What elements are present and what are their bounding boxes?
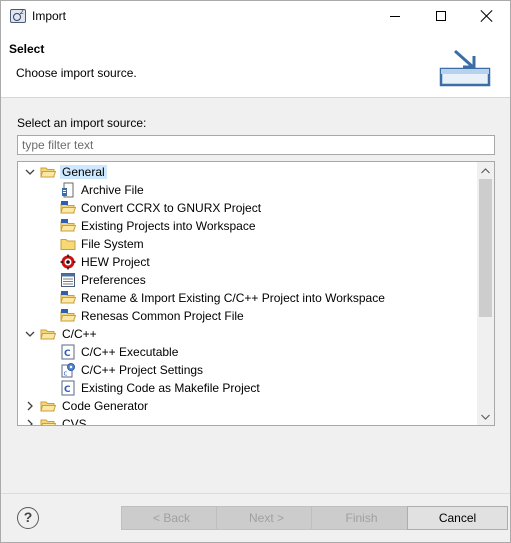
tree-item[interactable]: Renesas Common Project File — [18, 307, 478, 325]
tree-item-label: Archive File — [81, 183, 144, 197]
chevron-right-icon[interactable] — [24, 399, 36, 413]
tree-item[interactable]: Rename & Import Existing C/C++ Project i… — [18, 289, 478, 307]
folder-open-icon — [40, 164, 57, 180]
chevron-right-icon[interactable] — [24, 417, 36, 425]
back-button[interactable]: < Back — [121, 506, 222, 530]
c-file-icon: C — [60, 380, 76, 396]
tree-item[interactable]: File System — [18, 235, 478, 253]
tree-category[interactable]: C/C++ — [18, 325, 478, 343]
tree-item-label: Convert CCRX to GNURX Project — [81, 201, 262, 215]
scrollbar-thumb[interactable] — [479, 179, 492, 317]
close-button[interactable] — [464, 1, 510, 31]
tree-item-label: File System — [81, 237, 144, 251]
tree-item-label: HEW Project — [81, 255, 150, 269]
project-folder-icon — [60, 200, 77, 216]
scroll-down-icon[interactable] — [477, 408, 494, 425]
tree-category[interactable]: Code Generator — [18, 397, 478, 415]
tree-item-label: C/C++ Executable — [81, 345, 179, 359]
maximize-button[interactable] — [418, 1, 464, 31]
tree-item[interactable]: HEW Project — [18, 253, 478, 271]
tree-category[interactable]: General — [18, 163, 478, 181]
minimize-button[interactable] — [372, 1, 418, 31]
page-title: Select — [9, 42, 45, 56]
minimize-icon — [390, 15, 400, 17]
svg-text:C: C — [64, 349, 71, 359]
cancel-button[interactable]: Cancel — [407, 506, 508, 530]
tree-item-label: Renesas Common Project File — [81, 309, 244, 323]
tree-item[interactable]: C Existing Code as Makefile Project — [18, 379, 478, 397]
window-title: Import — [32, 9, 67, 23]
filter-input[interactable] — [17, 135, 495, 155]
project-folder-icon — [60, 308, 77, 324]
tree-item-label: Existing Projects into Workspace — [81, 219, 256, 233]
svg-text:C: C — [64, 385, 71, 395]
folder-open-icon — [40, 416, 57, 425]
wizard-header: Select Choose import source. — [1, 31, 510, 98]
import-source-tree[interactable]: General Archive File Convert CCRX to GNURX… — [17, 161, 495, 426]
title-bar: Import — [1, 1, 510, 31]
help-icon[interactable]: ? — [17, 507, 39, 529]
folder-open-icon — [40, 326, 57, 342]
preferences-icon — [60, 272, 76, 288]
import-source-label: Select an import source: — [17, 116, 147, 130]
c-file-icon: C — [60, 344, 76, 360]
eclipse-app-icon — [10, 8, 26, 23]
tree-item-label: General — [60, 165, 107, 179]
close-icon — [481, 10, 493, 22]
folder-open-icon — [40, 398, 57, 414]
vertical-scrollbar[interactable] — [477, 162, 494, 425]
tree-item-label: C/C++ Project Settings — [81, 363, 204, 377]
tree-item-label: CVS — [62, 417, 87, 426]
hew-icon — [60, 254, 76, 270]
next-button[interactable]: Next > — [216, 506, 317, 530]
tree-item-label: Existing Code as Makefile Project — [81, 381, 260, 395]
page-description: Choose import source. — [16, 66, 137, 80]
settings-icon: c — [60, 362, 76, 378]
tree-category[interactable]: CVS — [18, 415, 478, 426]
maximize-icon — [436, 11, 446, 21]
tree-item-label: C/C++ — [62, 327, 97, 341]
chevron-down-icon[interactable] — [24, 327, 36, 341]
tree-item[interactable]: Convert CCRX to GNURX Project — [18, 199, 478, 217]
import-wizard-banner-icon — [439, 49, 491, 87]
tree-item[interactable]: C C/C++ Executable — [18, 343, 478, 361]
chevron-down-icon[interactable] — [24, 165, 36, 179]
project-folder-icon — [60, 218, 77, 234]
finish-button[interactable]: Finish — [311, 506, 412, 530]
scroll-up-icon[interactable] — [477, 162, 494, 179]
tree-item[interactable]: Preferences — [18, 271, 478, 289]
project-folder-icon — [60, 290, 77, 306]
tree-item[interactable]: c C/C++ Project Settings — [18, 361, 478, 379]
folder-icon — [60, 236, 76, 252]
svg-text:c: c — [64, 370, 68, 378]
footer-separator — [1, 493, 510, 494]
tree-item-label: Code Generator — [62, 399, 149, 413]
tree-item[interactable]: Archive File — [18, 181, 478, 199]
import-dialog: Import Select Choose import source. Sele… — [0, 0, 511, 543]
tree-item-label: Rename & Import Existing C/C++ Project i… — [81, 291, 385, 305]
archive-file-icon — [60, 182, 76, 198]
tree-item-label: Preferences — [81, 273, 146, 287]
tree-item[interactable]: Existing Projects into Workspace — [18, 217, 478, 235]
